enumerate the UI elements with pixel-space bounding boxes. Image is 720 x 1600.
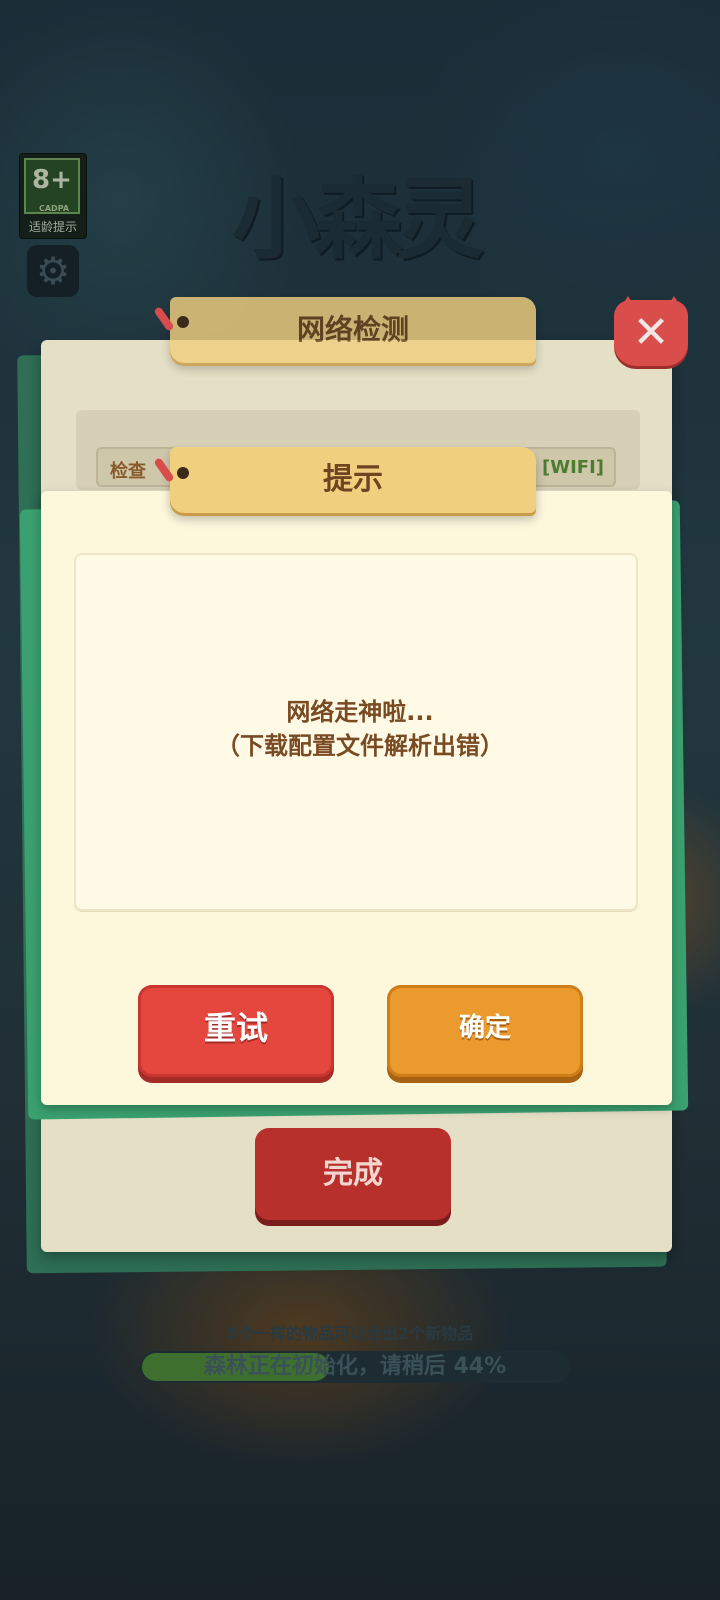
retry-button[interactable]: 重试	[138, 985, 334, 1077]
prompt-dialog-title: 提示	[170, 447, 536, 513]
prompt-message: 网络走神啦...	[286, 698, 434, 726]
done-button[interactable]: 完成	[255, 1128, 451, 1220]
network-check-label: 检查	[110, 461, 146, 482]
pin-icon	[177, 316, 189, 328]
network-dialog-title: 网络检测	[170, 297, 536, 363]
confirm-button-label: 确定	[458, 1013, 511, 1043]
prompt-message-detail: （下载配置文件解析出错）	[216, 732, 504, 760]
close-button[interactable]: ✕	[614, 300, 688, 366]
close-icon: ✕	[632, 307, 670, 358]
pin-icon	[177, 467, 189, 479]
loading-hint: 5个一样的物品可以合出2个新物品	[226, 1324, 474, 1343]
retry-button-label: 重试	[203, 1009, 268, 1047]
network-type: [WIFI]	[542, 457, 604, 478]
confirm-button[interactable]: 确定	[387, 985, 583, 1077]
loading-progress-bar: 森林正在初始化，请稍后 44%	[140, 1351, 570, 1383]
loading-status: 森林正在初始化，请稍后 44%	[203, 1354, 507, 1379]
done-button-label: 完成	[323, 1156, 383, 1191]
